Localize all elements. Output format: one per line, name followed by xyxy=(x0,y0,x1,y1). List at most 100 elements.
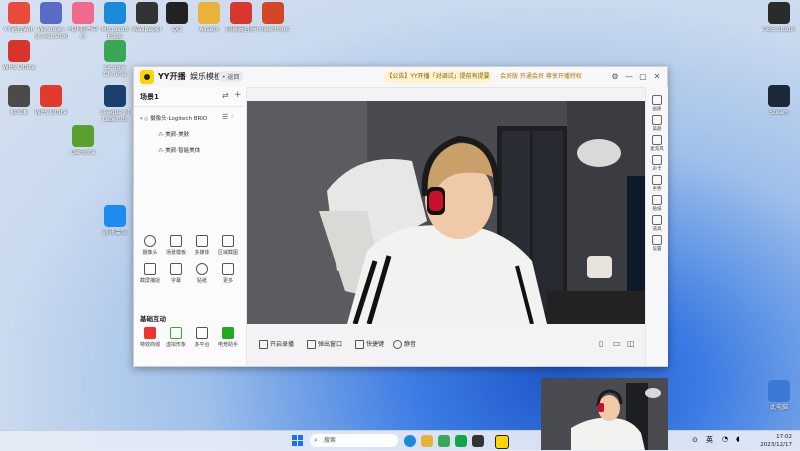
app-icon[interactable] xyxy=(438,435,450,447)
layout-icon[interactable]: ▯ xyxy=(599,339,603,348)
camera-icon xyxy=(144,235,156,247)
screen-icon xyxy=(144,263,156,275)
right-tool-item[interactable]: 道具 xyxy=(646,215,668,232)
source-item-body[interactable]: ⁂ 美颜-智能美体 xyxy=(158,146,200,154)
clock-time: 17:02 xyxy=(776,434,792,440)
right-tool-label: 声卡 xyxy=(652,167,662,172)
tool-screen-capture[interactable]: 截屏捕捉 xyxy=(138,263,162,284)
desktop-icon[interactable]: PDF软件中心 xyxy=(66,2,100,40)
right-tool-icon xyxy=(652,115,662,125)
popout-button[interactable]: 弹出窗口 xyxy=(307,339,342,349)
scene-title[interactable]: 场景1 xyxy=(140,92,159,102)
add-scene-icon[interactable]: + xyxy=(234,90,242,100)
right-tool-item[interactable]: 麦克风 xyxy=(646,135,668,152)
close-button[interactable]: ✕ xyxy=(651,70,663,84)
desktop-icon[interactable]: League of Legends xyxy=(98,85,132,123)
desktop-icon[interactable]: WPS Office xyxy=(2,40,36,71)
interactive-avatar[interactable]: 虚拟形象 xyxy=(164,327,188,348)
tool-subtitle[interactable]: 字幕 xyxy=(164,263,188,284)
explorer-icon[interactable] xyxy=(421,435,433,447)
desktop-icon[interactable]: PowerPoint xyxy=(256,2,290,33)
start-icon[interactable] xyxy=(292,435,303,446)
minimize-button[interactable]: — xyxy=(623,70,635,84)
tool-sticker[interactable]: 贴纸 xyxy=(190,263,214,284)
tool-camera[interactable]: 摄像头 xyxy=(138,235,162,256)
keyboard-icon xyxy=(355,340,364,349)
desktop-icon[interactable]: 腾讯会议 xyxy=(98,205,132,236)
interactive-title: 基础互动 xyxy=(140,315,166,323)
fullscreen-icon[interactable]: ▭ xyxy=(613,339,621,348)
tool-media[interactable]: 多媒体 xyxy=(190,235,214,256)
volume-icon[interactable]: ◖ xyxy=(736,435,740,443)
source-label: 美颜-智能美体 xyxy=(165,148,201,154)
yy-taskbar-icon[interactable] xyxy=(495,435,509,449)
camera-thumbnail[interactable] xyxy=(541,378,668,450)
desktop-icon[interactable]: Google Chrome xyxy=(98,40,132,78)
right-tool-item[interactable]: 画质 xyxy=(646,95,668,112)
mute-button[interactable]: 静音 xyxy=(393,339,416,349)
desktop-icon[interactable]: 此电脑 xyxy=(762,380,796,411)
desktop-app-icon xyxy=(104,2,126,24)
right-tool-item[interactable]: 美颜 xyxy=(646,115,668,132)
desktop-icon[interactable]: WPS Office xyxy=(34,85,68,116)
desktop-icon-label: WPS Office xyxy=(34,109,68,116)
desktop-app-icon xyxy=(40,2,62,24)
right-tool-item[interactable]: 贴纸 xyxy=(646,195,668,212)
desktop-icon-label: Windows Screenshots xyxy=(34,26,68,40)
right-tool-label: 手势 xyxy=(652,187,662,192)
tool-label: 字幕 xyxy=(170,278,181,284)
right-tool-item[interactable]: 设置 xyxy=(646,235,668,252)
network-icon[interactable]: ⊙ xyxy=(692,436,698,444)
maximize-button[interactable]: ▢ xyxy=(637,70,649,84)
back-badge[interactable]: • 返回 xyxy=(218,71,244,82)
desktop-icon[interactable]: Steam xyxy=(762,85,796,116)
taskbar: ⌕ 搜索 ⊙ 英 ◔ ◖ 17:02 2023/12/17 xyxy=(0,430,800,451)
interactive-multiplatform[interactable]: 多平台 xyxy=(190,327,214,348)
settings-icon[interactable]: ⚙ xyxy=(609,70,621,84)
wifi-icon[interactable]: ◔ xyxy=(722,435,728,443)
mute-icon xyxy=(393,340,402,349)
snapshot-icon[interactable]: ◫ xyxy=(627,339,635,348)
desktop-icon-label: QQ xyxy=(172,26,182,33)
camera-preview[interactable] xyxy=(247,101,645,324)
tool-more[interactable]: 更多 xyxy=(216,263,240,284)
desktop-icon-label: Google Chrome xyxy=(103,64,127,78)
clock-date: 2023/12/17 xyxy=(760,442,792,448)
edge-icon[interactable] xyxy=(404,435,416,447)
tool-region[interactable]: 区域截图 xyxy=(216,235,240,256)
interactive-effects[interactable]: 特效商城 xyxy=(138,327,162,348)
desktop-icon[interactable]: Windows Screenshots xyxy=(34,2,68,40)
taskbar-search[interactable]: ⌕ 搜索 xyxy=(310,434,398,447)
scene-settings-icon[interactable]: ⇄ xyxy=(222,91,229,100)
right-tool-item[interactable]: 声卡 xyxy=(646,155,668,172)
source-menu-icon[interactable]: ☰ ◦ xyxy=(222,113,235,121)
clock[interactable]: 17:02 2023/12/17 xyxy=(760,433,792,449)
obs-icon[interactable] xyxy=(472,435,484,447)
desktop-icon[interactable]: Assets xyxy=(192,2,226,33)
desktop-icon[interactable]: Microsoft Edge xyxy=(98,2,132,40)
shortcut-button[interactable]: 快捷键 xyxy=(355,339,384,349)
tool-label: 更多 xyxy=(222,278,233,284)
desktop-icon[interactable]: GeForce xyxy=(66,125,100,156)
desktop-icon[interactable]: 网易云音乐 xyxy=(224,2,258,33)
wechat-icon[interactable] xyxy=(455,435,467,447)
interactive-esports[interactable]: 电竞助手 xyxy=(216,327,240,348)
record-label: 开启录播 xyxy=(270,341,295,348)
source-item-camera[interactable]: ▾ ◎ 摄像头-Logitech BRIO xyxy=(140,114,207,122)
source-item-beauty[interactable]: ⁂ 美颜-美肤 xyxy=(158,130,189,138)
desktop-icon[interactable]: KOOK xyxy=(2,85,36,116)
tool-scene-template[interactable]: 场景模板 xyxy=(164,235,188,256)
desktop-icon[interactable]: QQ xyxy=(160,2,194,33)
right-tool-item[interactable]: 手势 xyxy=(646,175,668,192)
scene-panel: 场景1 ⇄ + ▾ ◎ 摄像头-Logitech BRIO ☰ ◦ ⁂ 美颜-美… xyxy=(134,87,247,366)
member-banner[interactable]: 会员版 开通会员 尊享开播特权 xyxy=(500,71,582,83)
desktop-app-icon xyxy=(136,2,158,24)
record-button[interactable]: 开启录播 xyxy=(259,339,294,349)
desktop-icon[interactable]: Wallpaper xyxy=(130,2,164,33)
desktop-app-icon xyxy=(8,85,30,107)
desktop-icon[interactable]: OBS Studio xyxy=(762,2,796,33)
ime-indicator[interactable]: 英 xyxy=(706,435,713,445)
notice-banner[interactable]: 【公告】YY开播「对调试」提前有提要 xyxy=(384,71,492,83)
desktop-icon[interactable]: YY语音Win xyxy=(2,2,36,33)
desktop-app-icon xyxy=(262,2,284,24)
